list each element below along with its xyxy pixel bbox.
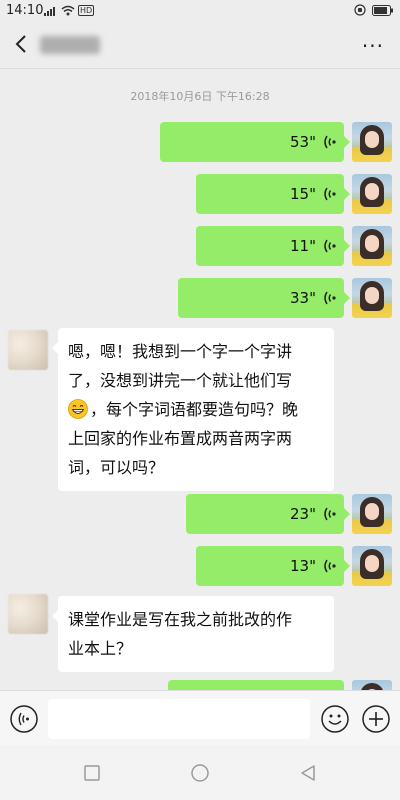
voice-wave-icon xyxy=(324,135,336,149)
voice-wave-icon xyxy=(324,507,336,521)
grin-emoji-icon xyxy=(68,399,88,419)
message-row: 33" xyxy=(0,276,400,320)
message-line: 业本上？ xyxy=(68,639,133,658)
voice-duration: 33" xyxy=(290,289,316,307)
text-message-bubble[interactable]: 课堂作业是写在我之前批改的作 业本上？ xyxy=(52,596,334,672)
voice-duration: 15" xyxy=(290,185,316,203)
voice-message-bubble[interactable]: 33" xyxy=(178,278,350,318)
message-line: 课堂作业是写在我之前批改的作 xyxy=(68,610,293,629)
message-row: 嗯，嗯！我想到一个字一个字讲 了，没想到讲完一个就让他们写 ，每个字词语都要造句… xyxy=(0,328,400,491)
contact-avatar[interactable] xyxy=(8,330,48,370)
my-avatar[interactable] xyxy=(352,494,392,534)
message-row: 23" xyxy=(0,492,400,536)
voice-wave-icon xyxy=(324,187,336,201)
battery-icon xyxy=(372,4,393,16)
voice-wave-icon xyxy=(324,559,336,573)
chat-header: ··· xyxy=(0,22,400,69)
my-avatar[interactable] xyxy=(352,226,392,266)
my-avatar[interactable] xyxy=(352,174,392,214)
message-input[interactable] xyxy=(48,699,310,739)
contact-avatar[interactable] xyxy=(8,594,48,634)
my-avatar[interactable] xyxy=(352,122,392,162)
voice-input-toggle-icon[interactable] xyxy=(10,705,38,733)
back-triangle-icon[interactable] xyxy=(298,763,318,783)
voice-wave-icon xyxy=(324,291,336,305)
chevron-left-icon[interactable] xyxy=(10,32,34,56)
my-avatar[interactable] xyxy=(352,278,392,318)
message-row: 15" xyxy=(0,172,400,216)
status-time: 14:10 xyxy=(6,3,44,18)
voice-message-bubble-partial[interactable] xyxy=(168,680,344,690)
my-avatar[interactable] xyxy=(352,546,392,586)
message-line-with-emoji: ，每个字词语都要造句吗？晚 xyxy=(68,395,324,424)
message-row: 11" xyxy=(0,224,400,268)
my-avatar-partial[interactable] xyxy=(352,680,392,690)
emoji-picker-icon[interactable] xyxy=(321,705,349,733)
status-icons-right xyxy=(354,4,394,16)
voice-message-bubble[interactable]: 53" xyxy=(160,122,350,162)
hd-badge: HD xyxy=(78,5,95,16)
status-icons-left: HD xyxy=(44,5,95,16)
message-row-partial xyxy=(0,680,400,690)
message-line: 了，没想到讲完一个就让他们写 xyxy=(68,371,293,390)
chat-timestamp: 2018年10月6日 下午16:28 xyxy=(130,90,270,103)
message-row: 课堂作业是写在我之前批改的作 业本上？ xyxy=(0,592,400,674)
message-line: 上回家的作业布置成两音两字两 xyxy=(68,429,293,448)
status-bar: 14:10 HD xyxy=(0,0,400,22)
signal-icon xyxy=(44,7,55,16)
voice-duration: 53" xyxy=(290,133,316,151)
home-circle-icon[interactable] xyxy=(190,763,210,783)
text-message-bubble[interactable]: 嗯，嗯！我想到一个字一个字讲 了，没想到讲完一个就让他们写 ，每个字词语都要造句… xyxy=(52,328,334,491)
recents-square-icon[interactable] xyxy=(82,763,102,783)
voice-message-bubble[interactable]: 15" xyxy=(196,174,350,214)
voice-message-bubble[interactable]: 23" xyxy=(186,494,350,534)
voice-message-bubble[interactable]: 11" xyxy=(196,226,350,266)
system-nav-bar xyxy=(0,745,400,800)
message-row: 13" xyxy=(0,544,400,588)
voice-duration: 13" xyxy=(290,557,316,575)
alarm-icon xyxy=(354,4,366,16)
message-line: 嗯，嗯！我想到一个字一个字讲 xyxy=(68,342,293,361)
more-options-button[interactable]: ··· xyxy=(362,34,384,58)
message-row: 53" xyxy=(0,120,400,164)
voice-duration: 23" xyxy=(290,505,316,523)
message-line: 词，可以吗？ xyxy=(68,458,165,477)
voice-wave-icon xyxy=(324,239,336,253)
voice-message-bubble[interactable]: 13" xyxy=(196,546,350,586)
chat-title-blurred xyxy=(40,36,100,54)
wifi-icon xyxy=(61,5,75,16)
plus-icon[interactable] xyxy=(362,705,390,733)
input-bar xyxy=(0,690,400,746)
voice-duration: 11" xyxy=(290,237,316,255)
